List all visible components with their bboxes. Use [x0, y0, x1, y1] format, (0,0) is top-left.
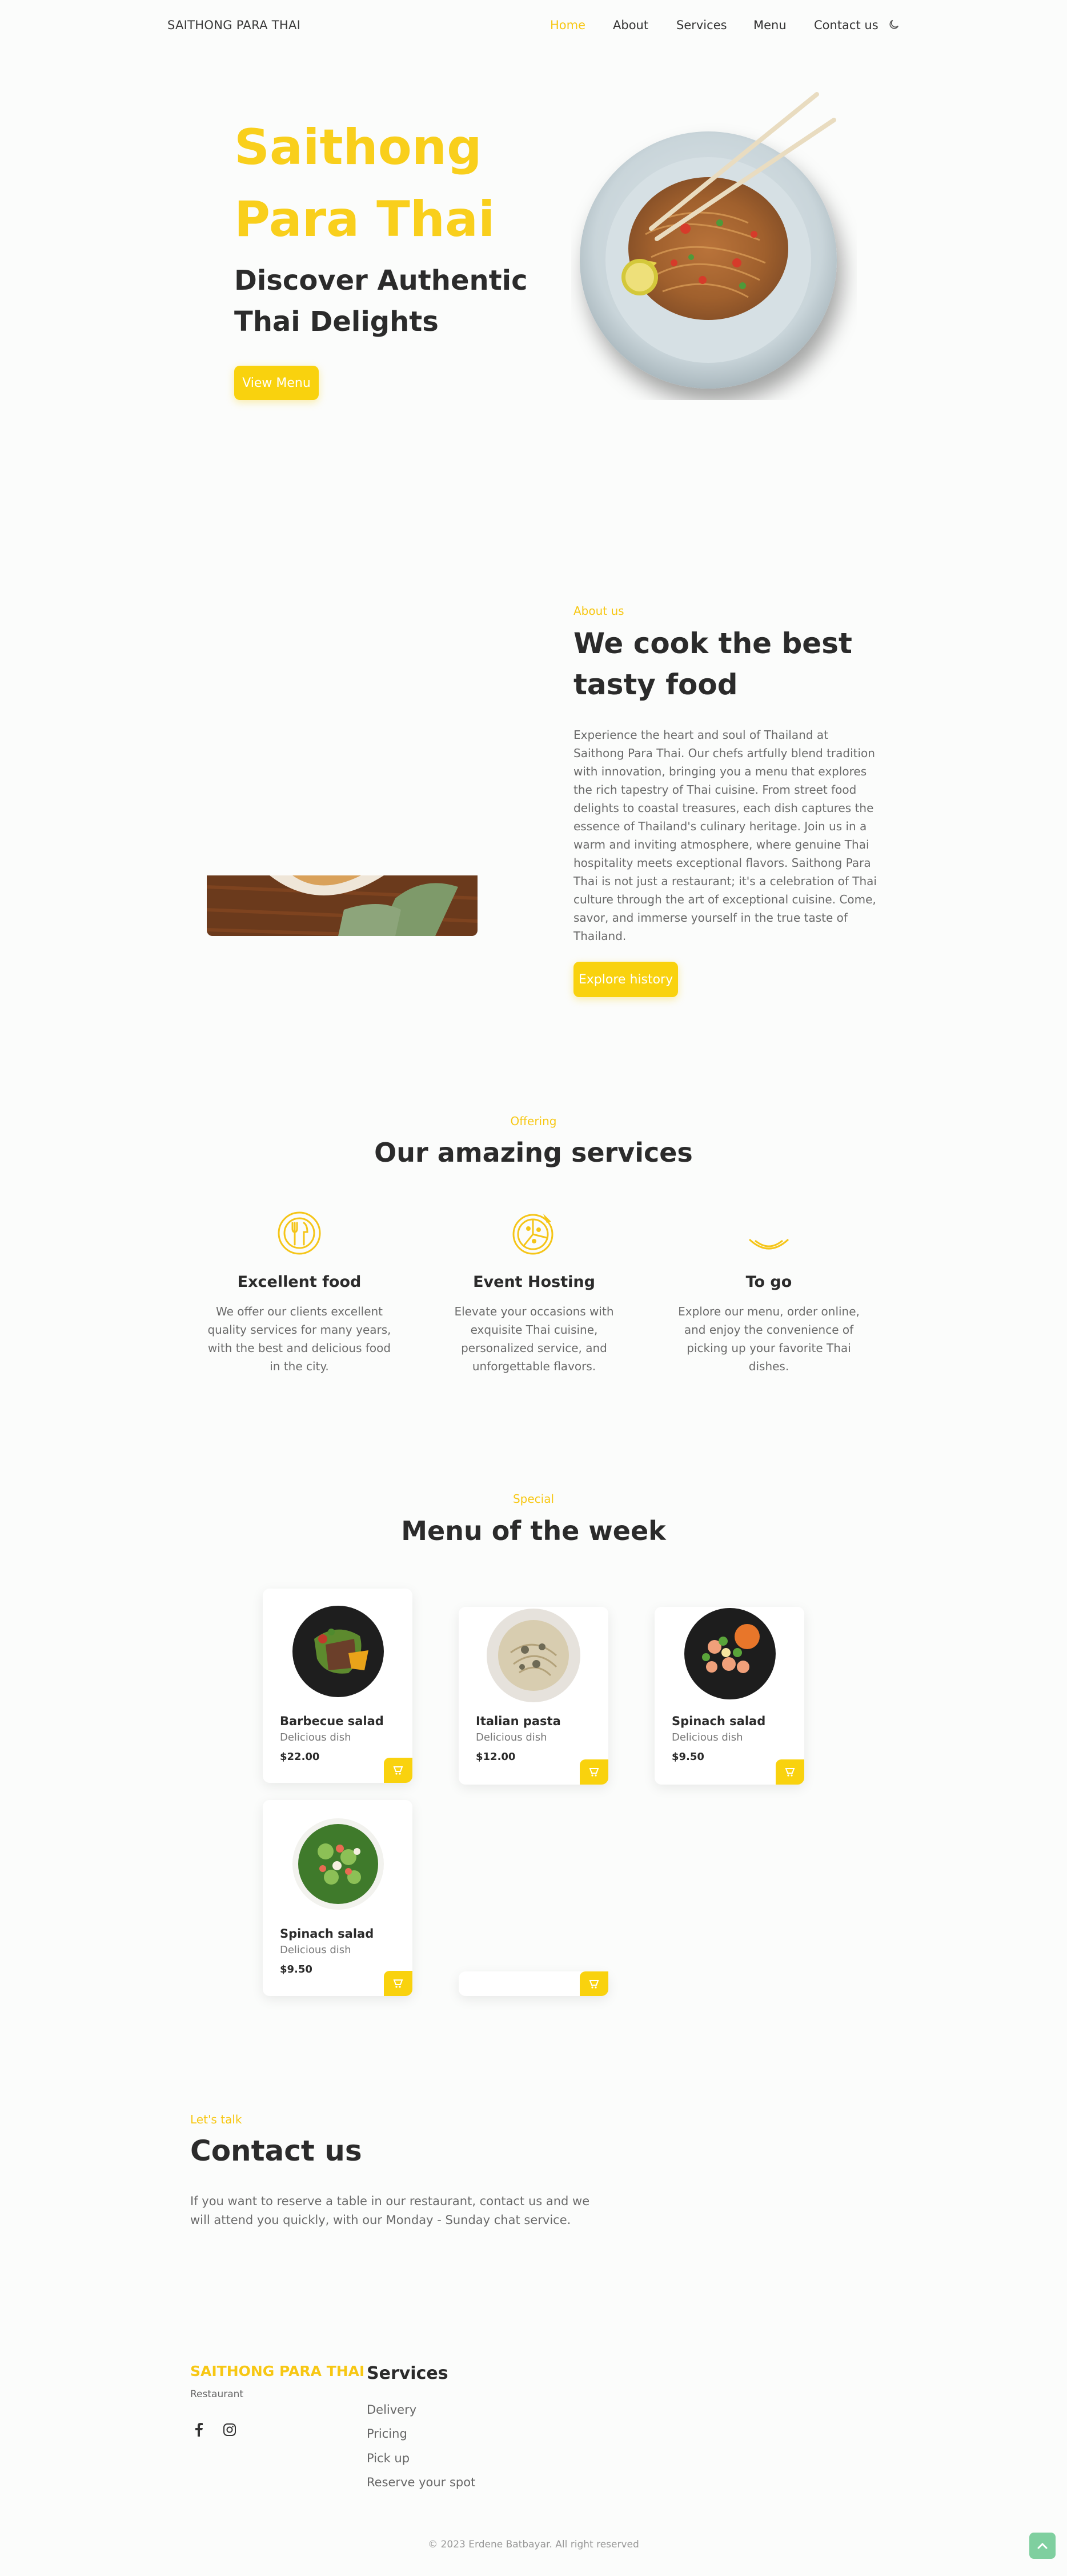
service-text: Elevate your occasions with exquisite Th…: [454, 1305, 614, 1373]
about-text: Experience the heart and soul of Thailan…: [573, 728, 877, 943]
cart-icon: [589, 1768, 599, 1777]
contact-heading: Contact us: [190, 2134, 362, 2167]
contact-text: If you want to reserve a table in our re…: [190, 2194, 590, 2227]
view-menu-button[interactable]: View Menu: [234, 366, 319, 400]
about-heading: We cook the best tasty food: [573, 627, 852, 701]
facebook-icon[interactable]: [194, 2423, 203, 2439]
scroll-up-button[interactable]: [1029, 2533, 1056, 2559]
dish-name: Italian pasta: [476, 1714, 561, 1728]
footer-services-heading: Services: [367, 2363, 448, 2383]
moon-icon[interactable]: [888, 18, 900, 31]
footer-link-delivery[interactable]: Delivery: [367, 2403, 416, 2417]
site-brand[interactable]: SAITHONG PARA THAI: [167, 18, 300, 32]
dish-desc: Delicious dish: [280, 1944, 351, 1956]
dish-image: [683, 1607, 777, 1703]
add-to-cart-button[interactable]: [776, 1759, 804, 1785]
hero-dish-image: [571, 91, 857, 400]
menu-card: Barbecue salad Delicious dish $22.00: [263, 1589, 412, 1783]
dish-desc: Delicious dish: [476, 1731, 547, 1743]
cart-icon: [785, 1768, 795, 1777]
dish-name: Spinach salad: [280, 1927, 374, 1941]
chevron-up-icon: [1037, 2542, 1048, 2549]
dish-price: $12.00: [476, 1751, 516, 1763]
menu-card: Spinach salad Delicious dish $9.50: [263, 1800, 412, 1996]
dish-name: Barbecue salad: [280, 1714, 384, 1728]
nav-menu[interactable]: Menu: [753, 18, 787, 32]
menu-label: Special: [512, 1492, 555, 1506]
nav-contact[interactable]: Contact us: [814, 18, 879, 32]
dish-price: $22.00: [280, 1751, 320, 1763]
service-text: We offer our clients excellent quality s…: [207, 1305, 391, 1373]
service-event-hosting: Event Hosting Elevate your occasions wit…: [437, 1273, 631, 1375]
footer-subtitle: Restaurant: [190, 2389, 244, 2400]
hero-title: Saithong Para Thai: [234, 119, 495, 248]
dish-image: [485, 1607, 582, 1706]
cart-icon: [589, 1979, 599, 1989]
dish-desc: Delicious dish: [280, 1731, 351, 1743]
footer-brand[interactable]: SAITHONG PARA THAI: [190, 2363, 364, 2379]
instagram-icon[interactable]: [223, 2423, 236, 2439]
services-label: Offering: [510, 1114, 557, 1128]
about-image: [207, 875, 478, 936]
menu-card: Italian pasta Delicious dish $12.00: [459, 1607, 608, 1785]
dish-price: $9.50: [280, 1963, 312, 1975]
nav-about[interactable]: About: [613, 18, 648, 32]
service-title: Event Hosting: [473, 1273, 595, 1291]
service-excellent-food: Excellent food We offer our clients exce…: [202, 1273, 396, 1375]
cart-icon: [393, 1766, 403, 1775]
service-title: To go: [745, 1273, 792, 1291]
contact-label: Let's talk: [190, 2113, 242, 2126]
pizza-icon: [511, 1210, 557, 1258]
takeaway-icon: [746, 1237, 792, 1257]
menu-card-placeholder: [459, 1971, 608, 1996]
copyright: © 2023 Erdene Batbayar. All right reserv…: [428, 2539, 639, 2550]
hero-subtitle: Discover Authentic Thai Delights: [234, 265, 528, 338]
dish-image: [291, 1605, 385, 1701]
add-to-cart-button[interactable]: [580, 1759, 608, 1785]
about-label: About us: [573, 604, 624, 618]
services-heading: Our amazing services: [374, 1137, 693, 1168]
service-title: Excellent food: [237, 1273, 362, 1291]
nav-home[interactable]: Home: [550, 18, 585, 32]
footer-link-reserve[interactable]: Reserve your spot: [367, 2475, 475, 2489]
dish-name: Spinach salad: [672, 1714, 766, 1728]
footer-link-pickup[interactable]: Pick up: [367, 2451, 410, 2465]
add-to-cart-button[interactable]: [384, 1758, 412, 1783]
add-to-cart-button[interactable]: [384, 1971, 412, 1996]
menu-heading: Menu of the week: [401, 1515, 666, 1546]
dish-image: [291, 1817, 385, 1913]
service-to-go: To go Explore our menu, order online, an…: [672, 1273, 866, 1375]
plate-cutlery-icon: [276, 1210, 322, 1258]
nav-services[interactable]: Services: [676, 18, 727, 32]
dish-desc: Delicious dish: [672, 1731, 743, 1743]
dish-price: $9.50: [672, 1751, 704, 1763]
cart-icon: [393, 1979, 403, 1988]
footer-link-pricing[interactable]: Pricing: [367, 2427, 407, 2441]
menu-card: Spinach salad Delicious dish $9.50: [655, 1607, 804, 1785]
add-to-cart-button[interactable]: [580, 1971, 608, 1996]
service-text: Explore our menu, order online, and enjo…: [678, 1305, 860, 1373]
explore-history-button[interactable]: Explore history: [573, 962, 678, 997]
